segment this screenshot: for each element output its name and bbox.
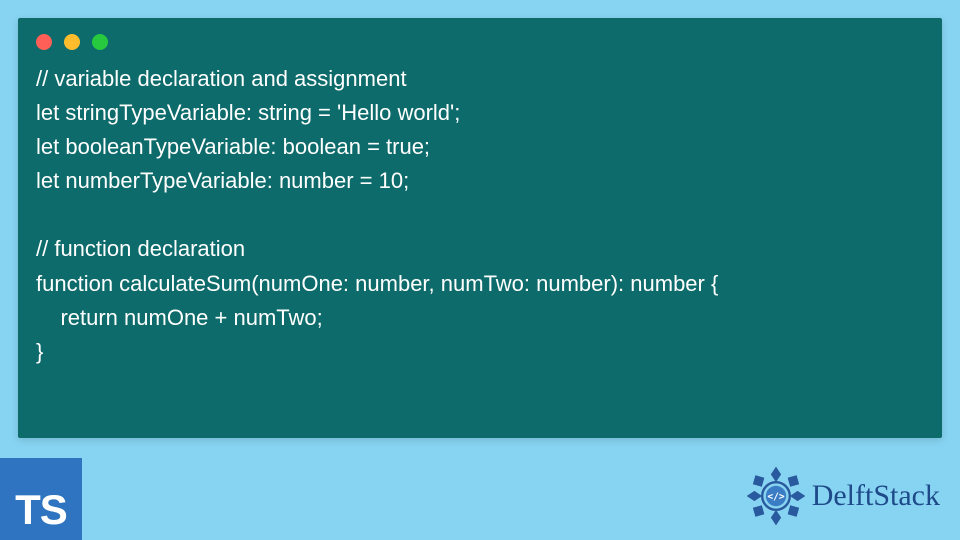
close-icon [36, 34, 52, 50]
code-line: // variable declaration and assignment [36, 66, 407, 91]
typescript-badge-label: TS [15, 486, 67, 534]
code-line: } [36, 339, 43, 364]
code-line: let numberTypeVariable: number = 10; [36, 168, 409, 193]
code-line: let stringTypeVariable: string = 'Hello … [36, 100, 460, 125]
typescript-badge: TS [0, 458, 82, 540]
code-line: let booleanTypeVariable: boolean = true; [36, 134, 430, 159]
svg-text:</>: </> [767, 492, 785, 503]
delftstack-label: DelftStack [812, 479, 940, 513]
code-line: function calculateSum(numOne: number, nu… [36, 271, 718, 296]
code-line: // function declaration [36, 236, 245, 261]
traffic-lights [18, 18, 942, 58]
code-line: return numOne + numTwo; [36, 305, 323, 330]
delftstack-icon: </> [746, 466, 806, 526]
delftstack-logo: </> DelftStack [746, 466, 940, 526]
code-window: // variable declaration and assignment l… [18, 18, 942, 438]
minimize-icon [64, 34, 80, 50]
code-block: // variable declaration and assignment l… [18, 58, 942, 387]
maximize-icon [92, 34, 108, 50]
